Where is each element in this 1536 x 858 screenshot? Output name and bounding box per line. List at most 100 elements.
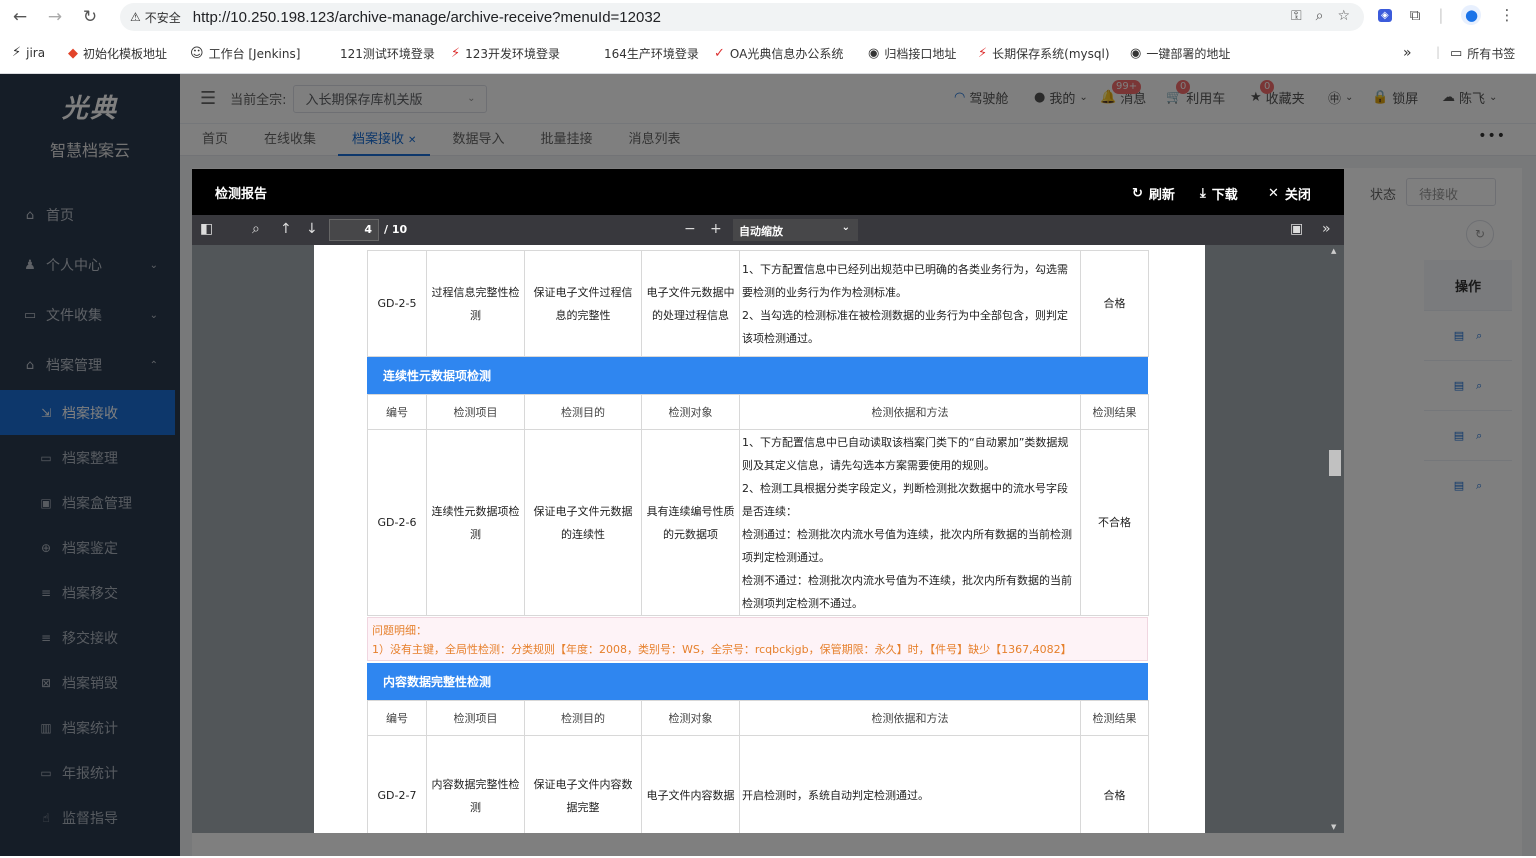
table-row: GD-2-7 内容数据完整性检测 保证电子文件内容数据完整 电子文件内容数据 开… (367, 735, 1149, 833)
header-result: 检测结果 (1080, 700, 1149, 736)
bookmark-mysql[interactable]: ⚡ 长期保存系统(mysql) (978, 45, 1110, 62)
cell-purpose: 保证电子文件过程信息的完整性 (524, 250, 642, 357)
divider: | (1438, 6, 1444, 24)
scrollbar-thumb[interactable] (1329, 450, 1341, 476)
bookmark-deploy[interactable]: ◉ 一键部署的地址 (1130, 45, 1230, 62)
profile-icon[interactable]: ● (1461, 5, 1482, 25)
key-icon[interactable]: ⚿ (1291, 8, 1302, 24)
cell-object: 电子文件内容数据 (641, 735, 740, 833)
header-purpose: 检测目的 (524, 700, 642, 736)
modal-header: 检测报告 ↻ 刷新 ⤓ 下载 ✕ 关闭 (192, 169, 1344, 215)
page-number-input[interactable]: 4 (329, 219, 379, 241)
globe-icon: ◉ (868, 46, 880, 61)
folder-icon: ▭ (1450, 46, 1463, 61)
cell-result: 不合格 (1080, 429, 1149, 616)
page-count: / 10 (384, 223, 408, 236)
url-text[interactable]: http://10.250.198.123/archive-manage/arc… (193, 9, 661, 26)
star-icon[interactable]: ☆ (1337, 8, 1350, 24)
extensions-icon[interactable]: ⧉ (1410, 6, 1421, 24)
zoom-select[interactable]: 自动缩放 ⌄ (733, 219, 858, 241)
scroll-up-icon[interactable]: ▲ (1331, 247, 1336, 255)
cell-code: GD-2-6 (367, 429, 427, 616)
table-header-row: 编号 检测项目 检测目的 检测对象 检测依据和方法 检测结果 (367, 394, 1149, 430)
header-item: 检测项目 (426, 700, 525, 736)
warning-icon: ⚠ (130, 10, 141, 24)
bookmarks-bar: ⚡ jira ◆ 初始化模板地址 ☺ 工作台 [Jenkins] 121测试环境登录 … (0, 34, 1536, 74)
oa-icon: ✓ (714, 46, 725, 61)
cell-code: GD-2-5 (367, 250, 427, 357)
download-button[interactable]: ⤓ 下载 (1200, 184, 1238, 203)
header-code: 编号 (367, 394, 427, 430)
cell-purpose: 保证电子文件元数据的连续性 (524, 429, 642, 616)
zoom-icon[interactable]: ⌕ (1316, 8, 1324, 24)
header-object: 检测对象 (641, 394, 740, 430)
bookmark-jenkins[interactable]: ☺ 工作台 [Jenkins] (190, 45, 300, 62)
close-button[interactable]: ✕ 关闭 (1268, 184, 1311, 203)
cell-basis: 1、下方配置信息中已自动读取该档案门类下的“自动累加”类数据规则及其定义信息，请… (739, 429, 1081, 616)
scroll-down-icon[interactable]: ▼ (1331, 823, 1336, 831)
refresh-button[interactable]: ↻ 刷新 (1132, 184, 1175, 203)
cell-item: 过程信息完整性检测 (426, 250, 525, 357)
forward-icon[interactable]: → (40, 2, 70, 32)
close-icon: ✕ (1268, 186, 1279, 201)
all-bookmarks[interactable]: ▭ 所有书签 (1450, 45, 1515, 62)
tools-icon[interactable]: » (1322, 221, 1331, 237)
cell-result: 合格 (1080, 250, 1149, 357)
header-basis: 检测依据和方法 (739, 700, 1081, 736)
zoom-out-icon[interactable]: − (684, 221, 696, 237)
logo-icon: ⚡ (451, 46, 461, 61)
cell-purpose: 保证电子文件内容数据完整 (524, 735, 642, 833)
extension-badge-icon[interactable]: ◈ (1378, 8, 1392, 22)
cell-code: GD-2-7 (367, 735, 427, 833)
zoom-in-icon[interactable]: + (710, 221, 722, 237)
problem-detail: 问题明细： 1）没有主键，全局性检测：分类规则【年度：2008，类别号：WS，全… (367, 617, 1148, 661)
pdf-viewer[interactable]: GD-2-5 过程信息完整性检测 保证电子文件过程信息的完整性 电子文件元数据中… (192, 245, 1344, 833)
chevron-down-icon: ⌄ (841, 222, 850, 233)
arrow-down-icon[interactable]: ↓ (306, 221, 318, 237)
report-table: 编号 检测项目 检测目的 检测对象 检测依据和方法 检测结果 GD-2-7 内容… (367, 700, 1149, 833)
jenkins-icon: ☺ (190, 46, 204, 61)
bookmark-jira[interactable]: ⚡ jira (12, 45, 45, 60)
cell-item: 连续性元数据项检测 (426, 429, 525, 616)
browser-toolbar: ← → ↻ ⚠ 不安全 http://10.250.198.123/archive… (0, 0, 1536, 34)
problem-title: 问题明细： (372, 624, 427, 637)
pdf-scrollbar[interactable]: ▲ ▼ (1328, 245, 1342, 833)
section-header: 连续性元数据项检测 (367, 357, 1148, 394)
bookmark-archive-api[interactable]: ◉ 归档接口地址 (868, 45, 956, 62)
bookmark-121[interactable]: 121测试环境登录 (340, 45, 435, 62)
cell-result: 合格 (1080, 735, 1149, 833)
presentation-icon[interactable]: ▣ (1290, 221, 1303, 237)
security-indicator[interactable]: ⚠ 不安全 (130, 9, 181, 26)
cell-basis: 1、下方配置信息中已经列出规范中已明确的各类业务行为，勾选需要检测的业务行为作为… (739, 250, 1081, 357)
pdf-toolbar: ◧ ⌕ ↑ ↓ 4 / 10 − + 自动缩放 ⌄ ▣ » (192, 215, 1344, 245)
cell-object: 电子文件元数据中的处理过程信息 (641, 250, 740, 357)
reload-icon[interactable]: ↻ (75, 2, 105, 32)
cell-basis: 开启检测时，系统自动判定检测通过。 (739, 735, 1081, 833)
back-icon[interactable]: ← (5, 2, 35, 32)
header-code: 编号 (367, 700, 427, 736)
download-icon: ⤓ (1200, 186, 1206, 201)
divider: | (1436, 45, 1441, 59)
address-bar[interactable]: ⚠ 不安全 http://10.250.198.123/archive-manag… (120, 3, 1364, 31)
section-header: 内容数据完整性检测 (367, 663, 1148, 700)
more-bookmarks-icon[interactable]: » (1403, 45, 1412, 61)
header-item: 检测项目 (426, 394, 525, 430)
gitlab-icon: ◆ (68, 46, 78, 61)
table-row: GD-2-6 连续性元数据项检测 保证电子文件元数据的连续性 具有连续编号性质的… (367, 429, 1149, 616)
logo-icon: ⚡ (978, 46, 988, 61)
header-purpose: 检测目的 (524, 394, 642, 430)
jira-icon: ⚡ (12, 45, 22, 60)
bookmark-template[interactable]: ◆ 初始化模板地址 (68, 45, 167, 62)
bookmark-123[interactable]: ⚡ 123开发环境登录 (451, 45, 560, 62)
arrow-up-icon[interactable]: ↑ (280, 221, 292, 237)
sidebar-toggle-icon[interactable]: ◧ (200, 221, 213, 237)
menu-icon[interactable]: ⋮ (1499, 6, 1514, 24)
table-header-row: 编号 检测项目 检测目的 检测对象 检测依据和方法 检测结果 (367, 700, 1149, 736)
bookmark-oa[interactable]: ✓ OA光典信息办公系统 (714, 45, 843, 62)
table-row: GD-2-5 过程信息完整性检测 保证电子文件过程信息的完整性 电子文件元数据中… (367, 250, 1149, 357)
bookmark-164[interactable]: 164生产环境登录 (604, 45, 699, 62)
problem-text: 1）没有主键，全局性检测：分类规则【年度：2008，类别号：WS，全宗号：rcq… (372, 643, 1072, 656)
report-table: 编号 检测项目 检测目的 检测对象 检测依据和方法 检测结果 GD-2-6 连续… (367, 394, 1149, 616)
search-icon[interactable]: ⌕ (252, 221, 260, 237)
modal-title: 检测报告 (215, 186, 268, 202)
